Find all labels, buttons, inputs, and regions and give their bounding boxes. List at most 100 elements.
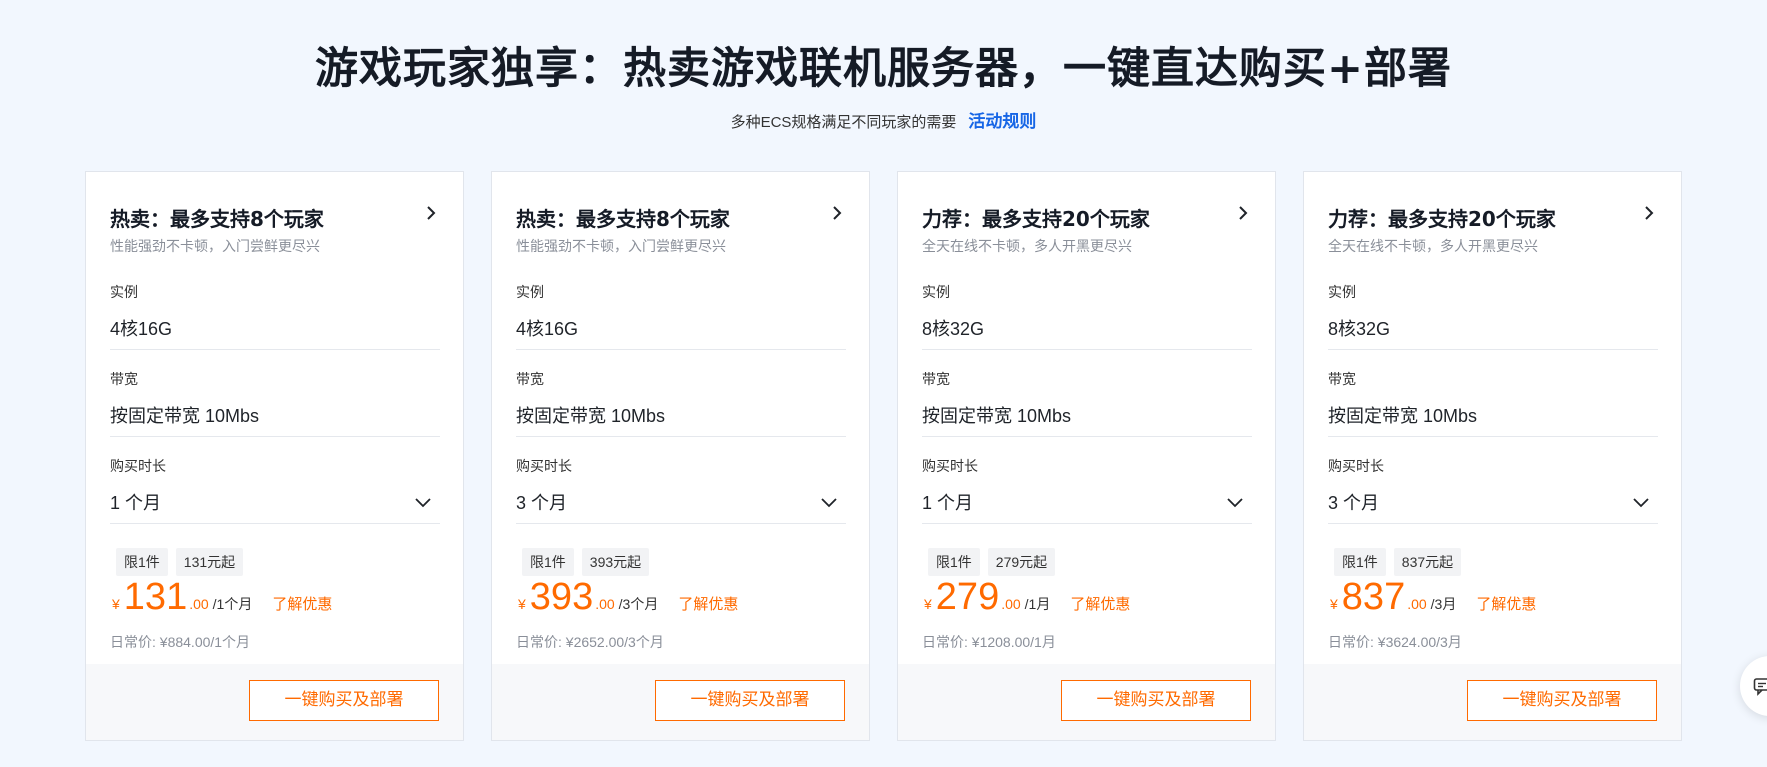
buy-deploy-button[interactable]: 一键购买及部署 <box>249 680 439 721</box>
instance-value: 8核32G <box>1328 309 1658 350</box>
page-title: 游戏玩家独享：热卖游戏联机服务器，一键直达购买+部署 <box>314 44 1453 94</box>
duration-label: 购买时长 <box>1328 458 1384 474</box>
product-card: 热卖：最多支持8个玩家 性能强劲不卡顿，入门尝鲜更尽兴 实例 4核16G 带宽 … <box>85 171 464 741</box>
floating-chat-button[interactable] <box>1740 656 1767 716</box>
price-integer: 131 <box>123 576 188 618</box>
duration-value: 3 个月 <box>1328 493 1380 513</box>
subtitle-text: 多种ECS规格满足不同玩家的需要 <box>730 114 957 131</box>
discount-link[interactable]: 了解优惠 <box>272 593 332 614</box>
chat-icon <box>1753 678 1767 696</box>
from-price-badge: 131元起 <box>175 548 244 576</box>
bandwidth-label: 带宽 <box>516 371 544 387</box>
instance-label: 实例 <box>516 284 544 300</box>
card-footer: 一键购买及部署 <box>898 664 1275 740</box>
buy-deploy-button[interactable]: 一键购买及部署 <box>1467 680 1657 721</box>
limit-badge: 限1件 <box>522 548 574 576</box>
badge-group: 限1件 837元起 <box>1334 548 1462 576</box>
limit-badge: 限1件 <box>116 548 168 576</box>
currency-symbol: ¥ <box>1330 596 1338 612</box>
price-row: ¥ 837 .00 /3月 了解优惠 <box>1330 576 1536 619</box>
price-row: ¥ 279 .00 /1月 了解优惠 <box>924 576 1130 619</box>
chevron-right-icon[interactable] <box>1640 204 1658 222</box>
chevron-down-icon <box>1633 498 1649 508</box>
instance-value: 4核16G <box>110 309 440 350</box>
regular-price: 日常价: ¥884.00/1个月 <box>110 634 251 650</box>
price-decimal: .00 <box>1001 596 1021 612</box>
card-description: 全天在线不卡顿，多人开黑更尽兴 <box>922 238 1132 254</box>
instance-label: 实例 <box>922 284 950 300</box>
badge-group: 限1件 279元起 <box>928 548 1056 576</box>
from-price-badge: 393元起 <box>581 548 650 576</box>
card-title[interactable]: 热卖：最多支持8个玩家 <box>110 203 440 232</box>
card-description: 性能强劲不卡顿，入门尝鲜更尽兴 <box>516 238 726 254</box>
discount-link[interactable]: 了解优惠 <box>1070 593 1130 614</box>
bandwidth-label: 带宽 <box>922 371 950 387</box>
page-subtitle: 多种ECS规格满足不同玩家的需要 活动规则 <box>0 107 1767 132</box>
price-decimal: .00 <box>189 596 209 612</box>
duration-select[interactable]: 3 个月 <box>1328 483 1658 524</box>
currency-symbol: ¥ <box>518 596 526 612</box>
bandwidth-value: 按固定带宽 10Mbs <box>1328 396 1658 437</box>
chevron-right-icon[interactable] <box>828 204 846 222</box>
product-card: 力荐：最多支持20个玩家 全天在线不卡顿，多人开黑更尽兴 实例 8核32G 带宽… <box>1303 171 1682 741</box>
card-title[interactable]: 力荐：最多支持20个玩家 <box>922 203 1252 232</box>
buy-deploy-button[interactable]: 一键购买及部署 <box>655 680 845 721</box>
card-description: 性能强劲不卡顿，入门尝鲜更尽兴 <box>110 238 320 254</box>
bandwidth-value: 按固定带宽 10Mbs <box>922 396 1252 437</box>
regular-price: 日常价: ¥3624.00/3月 <box>1328 634 1462 650</box>
from-price-badge: 279元起 <box>987 548 1056 576</box>
duration-label: 购买时长 <box>922 458 978 474</box>
duration-select[interactable]: 1 个月 <box>922 483 1252 524</box>
instance-value: 8核32G <box>922 309 1252 350</box>
currency-symbol: ¥ <box>924 596 932 612</box>
card-title[interactable]: 力荐：最多支持20个玩家 <box>1328 203 1658 232</box>
bandwidth-label: 带宽 <box>1328 371 1356 387</box>
duration-select[interactable]: 3 个月 <box>516 483 846 524</box>
price-integer: 837 <box>1341 576 1406 618</box>
price-period: /3个月 <box>618 596 659 612</box>
duration-label: 购买时长 <box>110 458 166 474</box>
duration-label: 购买时长 <box>516 458 572 474</box>
instance-label: 实例 <box>1328 284 1356 300</box>
card-footer: 一键购买及部署 <box>86 664 463 740</box>
price-row: ¥ 393 .00 /3个月 了解优惠 <box>518 576 738 619</box>
price-integer: 279 <box>935 576 1000 618</box>
chevron-down-icon <box>821 498 837 508</box>
bandwidth-label: 带宽 <box>110 371 138 387</box>
chevron-right-icon[interactable] <box>1234 204 1252 222</box>
price-period: /3月 <box>1430 596 1457 612</box>
chevron-down-icon <box>1227 498 1243 508</box>
discount-link[interactable]: 了解优惠 <box>678 593 738 614</box>
card-description: 全天在线不卡顿，多人开黑更尽兴 <box>1328 238 1538 254</box>
limit-badge: 限1件 <box>1334 548 1386 576</box>
card-footer: 一键购买及部署 <box>492 664 869 740</box>
price-integer: 393 <box>529 576 594 618</box>
bandwidth-value: 按固定带宽 10Mbs <box>110 396 440 437</box>
bandwidth-value: 按固定带宽 10Mbs <box>516 396 846 437</box>
discount-link[interactable]: 了解优惠 <box>1476 593 1536 614</box>
duration-value: 3 个月 <box>516 493 568 513</box>
price-period: /1个月 <box>212 596 253 612</box>
product-card: 力荐：最多支持20个玩家 全天在线不卡顿，多人开黑更尽兴 实例 8核32G 带宽… <box>897 171 1276 741</box>
duration-value: 1 个月 <box>110 493 162 513</box>
from-price-badge: 837元起 <box>1393 548 1462 576</box>
price-row: ¥ 131 .00 /1个月 了解优惠 <box>112 576 332 619</box>
regular-price: 日常价: ¥2652.00/3个月 <box>516 634 664 650</box>
instance-label: 实例 <box>110 284 138 300</box>
duration-value: 1 个月 <box>922 493 974 513</box>
duration-select[interactable]: 1 个月 <box>110 483 440 524</box>
card-title[interactable]: 热卖：最多支持8个玩家 <box>516 203 846 232</box>
card-footer: 一键购买及部署 <box>1304 664 1681 740</box>
chevron-down-icon <box>415 498 431 508</box>
price-decimal: .00 <box>595 596 615 612</box>
buy-deploy-button[interactable]: 一键购买及部署 <box>1061 680 1251 721</box>
currency-symbol: ¥ <box>112 596 120 612</box>
limit-badge: 限1件 <box>928 548 980 576</box>
instance-value: 4核16G <box>516 309 846 350</box>
chevron-right-icon[interactable] <box>422 204 440 222</box>
product-card: 热卖：最多支持8个玩家 性能强劲不卡顿，入门尝鲜更尽兴 实例 4核16G 带宽 … <box>491 171 870 741</box>
price-decimal: .00 <box>1407 596 1427 612</box>
activity-rules-link[interactable]: 活动规则 <box>968 112 1036 131</box>
price-period: /1月 <box>1024 596 1051 612</box>
badge-group: 限1件 131元起 <box>116 548 244 576</box>
